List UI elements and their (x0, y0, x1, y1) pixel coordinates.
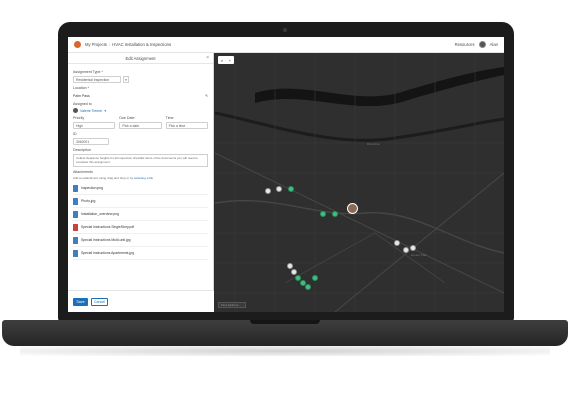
assignment-pin[interactable] (312, 275, 318, 281)
assignment-type-select[interactable]: Residential Inspection (73, 76, 121, 83)
priority-select[interactable]: High (73, 122, 116, 129)
attachment-name: Special Instructions Apartments.jpg (81, 251, 134, 255)
assignment-type-row: Residential Inspection ▾ (73, 76, 208, 83)
app-header: My Projects › HVAC Installation & Inspec… (68, 37, 504, 53)
resources-link[interactable]: Resources (455, 42, 475, 47)
image-file-icon (73, 197, 78, 205)
time-input[interactable]: Pick a time (165, 122, 208, 129)
image-file-icon (73, 249, 78, 257)
assignment-pin[interactable] (291, 269, 297, 275)
image-file-icon (73, 184, 78, 192)
select-file-link[interactable]: selecting a file (134, 176, 153, 180)
user-name[interactable]: Alan (490, 42, 498, 47)
id-label: ID (73, 132, 77, 136)
attachment-item[interactable]: Special Instructions SingleStory.pdf (73, 221, 208, 234)
time-label: Time (165, 116, 174, 120)
assigned-to-label: Assigned to (73, 102, 92, 106)
worker-location-avatar[interactable] (347, 203, 358, 214)
location-label: Location * (73, 86, 89, 90)
breadcrumb-project[interactable]: HVAC Installation & Inspections (112, 42, 171, 47)
priority-group: Priority High (73, 113, 116, 129)
laptop-notch (250, 320, 320, 324)
attachment-item[interactable]: Inspection.png (73, 182, 208, 195)
laptop-shadow (20, 346, 550, 356)
assignment-pin[interactable] (410, 245, 416, 251)
assignment-pin[interactable] (288, 186, 294, 192)
attachment-item[interactable]: Special Instructions Apartments.jpg (73, 247, 208, 260)
description-label: Description (73, 148, 91, 152)
panel-title: Edit Assignment (125, 55, 156, 61)
id-input[interactable]: 3062001 (73, 138, 109, 145)
breadcrumb-projects[interactable]: My Projects (85, 42, 107, 47)
assignment-pin[interactable] (332, 211, 338, 217)
attachment-text: Special Instructions SingleStory.pdf (81, 225, 134, 229)
edit-assignment-panel: Edit Assignment × Assignment Type * Resi… (68, 53, 214, 312)
map-tools[interactable]: ⌕ + (218, 56, 234, 64)
attachment-text: Special Instructions Multi-unit.jpg (81, 238, 131, 242)
attachment-name: Photo.jpg (81, 199, 96, 203)
attachment-name: Special Instructions SingleStory.pdf (81, 225, 135, 229)
attachment-text: Special Instructions Apartments.jpg (81, 251, 134, 255)
assignee-name: Valerie Tiemer (80, 108, 103, 113)
location-value[interactable]: Palm Pass (73, 94, 90, 98)
attachment-name: Inspection.png (81, 186, 104, 190)
location-row: Palm Pass ✎ (73, 92, 208, 99)
attachment-text: Installation_overview.png (81, 212, 119, 216)
assignment-type-label: Assignment Type * (73, 70, 103, 74)
pdf-file-icon (73, 223, 78, 231)
chevron-down-icon: ▾ (104, 108, 107, 113)
chevron-down-icon[interactable]: ▾ (123, 76, 129, 83)
due-date-label: Due Date (119, 116, 135, 120)
attachment-name: Installation_overview.png (81, 212, 119, 216)
screen: My Projects › HVAC Installation & Inspec… (68, 37, 504, 312)
attachments-hint-text: Add an attachment using drag and drop or… (73, 176, 135, 180)
cancel-button[interactable]: Cancel (91, 297, 108, 306)
attachment-item[interactable]: Installation_overview.png (73, 208, 208, 221)
assignment-pin[interactable] (305, 284, 311, 290)
assignment-pin[interactable] (403, 247, 409, 253)
app-logo-icon[interactable] (74, 41, 81, 48)
close-icon[interactable]: × (206, 55, 209, 61)
description-textarea[interactable]: Collect clearance heights for all inspec… (73, 154, 208, 167)
map-search-input[interactable]: Find address... (218, 302, 246, 308)
attachment-name: Special Instructions Multi-unit.jpg (81, 238, 131, 242)
due-date-group: Due Date Pick a date (119, 113, 162, 129)
attachment-text: Inspection.png (81, 186, 103, 190)
priority-label: Priority (73, 116, 85, 120)
map-view[interactable]: ⌕ + Riverside Hunter Park Find address..… (215, 53, 504, 312)
attachment-item[interactable]: Special Instructions Multi-unit.jpg (73, 234, 208, 247)
image-file-icon (73, 236, 78, 244)
map-label: Riverside (367, 142, 380, 146)
assignment-pin[interactable] (320, 211, 326, 217)
attachment-list: Inspection.png Photo.jpg Installation_ov… (73, 182, 208, 260)
camera (283, 28, 287, 32)
breadcrumb-separator: › (108, 42, 111, 47)
panel-header: Edit Assignment × (68, 53, 213, 64)
map-basemap (215, 53, 504, 312)
schedule-row: Priority High Due Date Pick a date Time … (73, 113, 208, 129)
search-icon[interactable]: ⌕ (221, 58, 223, 63)
zoom-icon[interactable]: + (229, 58, 231, 63)
time-group: Time Pick a time (165, 113, 208, 129)
attachments-hint: Add an attachment using drag and drop or… (73, 176, 208, 180)
assignment-pin[interactable] (287, 263, 293, 269)
map-label: Hunter Park (411, 253, 428, 257)
assignment-pin[interactable] (265, 188, 271, 194)
attachment-item[interactable]: Photo.jpg (73, 195, 208, 208)
user-avatar[interactable] (478, 41, 486, 48)
attachment-text: Photo.jpg (81, 199, 95, 203)
panel-footer: Save Cancel (68, 290, 214, 312)
assignment-pin[interactable] (394, 240, 400, 246)
edit-location-icon[interactable]: ✎ (205, 94, 208, 98)
assignment-pin[interactable] (276, 186, 282, 192)
due-date-input[interactable]: Pick a date (119, 122, 162, 129)
panel-body: Assignment Type * Residential Inspection… (68, 64, 213, 290)
image-file-icon (73, 210, 78, 218)
header-right: Resources Alan (455, 41, 498, 48)
attachments-label: Attachments (73, 170, 93, 174)
save-button[interactable]: Save (73, 297, 88, 306)
